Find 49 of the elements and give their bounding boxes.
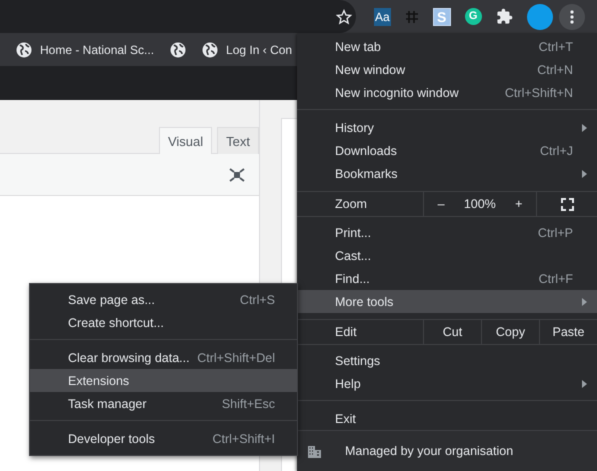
menu-item[interactable]: Find... Ctrl+F xyxy=(297,267,597,290)
zoom-out-button[interactable]: – xyxy=(430,197,453,211)
menu-item[interactable]: Save page as... Ctrl+S xyxy=(30,288,297,311)
edit-label: Edit xyxy=(334,324,358,341)
edit-button[interactable]: Copy xyxy=(481,320,539,344)
zoom-in-button[interactable]: + xyxy=(507,197,530,211)
bookmark-item[interactable]: Home - National Sc... xyxy=(16,42,154,58)
globe-icon xyxy=(16,42,32,58)
menu-item[interactable]: Downloads Ctrl+J xyxy=(297,139,597,162)
bookmark-item[interactable]: Log In ‹ Con xyxy=(202,42,292,58)
menu-item[interactable]: Developer tools Ctrl+Shift+I xyxy=(30,427,297,450)
menu-item[interactable]: New incognito window Ctrl+Shift+N xyxy=(297,81,597,104)
dictionary-extension-icon[interactable]: Aa xyxy=(374,8,391,26)
zoom-level: 100% xyxy=(464,197,496,211)
edit-button[interactable]: Paste xyxy=(539,320,597,344)
menu-item[interactable]: Settings xyxy=(297,349,597,372)
profile-avatar[interactable] xyxy=(526,4,553,30)
fullscreen-icon[interactable] xyxy=(229,168,245,182)
address-field[interactable] xyxy=(0,0,356,33)
building-icon xyxy=(307,444,322,458)
menu-item[interactable]: Task manager Shift+Esc xyxy=(30,392,297,415)
menu-icon xyxy=(570,10,574,24)
menu-item[interactable]: New window Ctrl+N xyxy=(297,58,597,81)
zoom-label: Zoom xyxy=(334,196,368,213)
editor-tab[interactable]: Visual xyxy=(158,127,212,154)
menu-item[interactable]: More tools xyxy=(297,290,597,313)
menu-item[interactable]: Clear browsing data... Ctrl+Shift+Del xyxy=(30,346,297,369)
managed-footer[interactable]: Managed by your organisation xyxy=(297,430,597,471)
submenu-arrow-icon xyxy=(582,124,587,132)
edit-button[interactable]: Cut xyxy=(423,320,481,344)
menu-item[interactable]: Create shortcut... xyxy=(30,311,297,334)
star-icon[interactable] xyxy=(336,8,352,24)
menu-item[interactable]: Help xyxy=(297,372,597,395)
globe-icon xyxy=(202,42,218,58)
globe-bookmark-icon[interactable] xyxy=(170,42,186,58)
fullscreen-icon xyxy=(560,198,574,210)
menu-item[interactable]: Exit xyxy=(297,407,597,430)
menu-item[interactable]: Print... Ctrl+P xyxy=(297,221,597,244)
menu-item[interactable]: History xyxy=(297,116,597,139)
menu-item[interactable]: New tab Ctrl+T xyxy=(297,35,597,58)
menu-item[interactable]: Bookmarks xyxy=(297,162,597,185)
submenu-arrow-icon xyxy=(582,380,587,388)
menu-item[interactable]: Cast... xyxy=(297,244,597,267)
menu-item[interactable]: Extensions xyxy=(30,369,297,392)
submenu-arrow-icon xyxy=(582,298,587,306)
editor-tab[interactable]: Text xyxy=(217,127,259,154)
menu-button[interactable] xyxy=(558,4,585,30)
submenu-arrow-icon xyxy=(582,170,587,178)
puzzle-icon[interactable] xyxy=(496,8,513,25)
